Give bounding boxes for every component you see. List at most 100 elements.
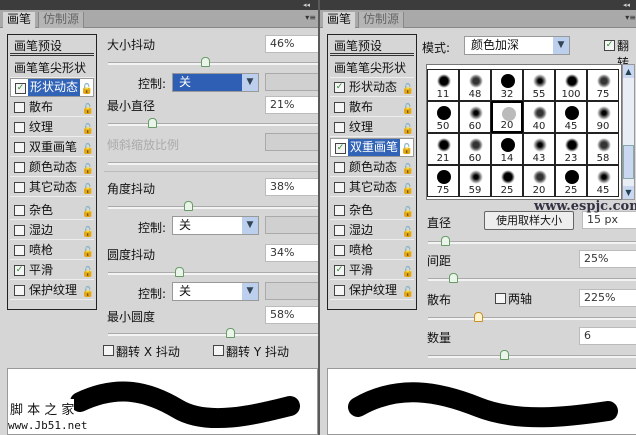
- settings-item[interactable]: ✓ 形状动态 🔓: [10, 78, 94, 97]
- slider-thumb[interactable]: [200, 57, 210, 67]
- checkbox[interactable]: [14, 142, 25, 153]
- settings-item[interactable]: 颜色动态 🔓: [330, 158, 414, 177]
- checkbox[interactable]: [334, 245, 345, 256]
- settings-item[interactable]: 颜色动态 🔓: [10, 158, 94, 177]
- settings-item[interactable]: 保护纹理 🔓: [330, 281, 414, 300]
- lock-icon[interactable]: 🔓: [402, 180, 414, 199]
- brush-tip[interactable]: 20: [523, 165, 555, 197]
- size-jitter-control-select[interactable]: 关 ▼: [172, 73, 259, 92]
- lock-icon[interactable]: 🔓: [402, 80, 414, 99]
- settings-item[interactable]: ✓ 平滑 🔓: [10, 261, 94, 280]
- checkbox[interactable]: [334, 205, 345, 216]
- angle-jitter-slider[interactable]: [108, 201, 318, 211]
- brush-tip[interactable]: 25: [491, 165, 523, 197]
- settings-item[interactable]: 画笔预设: [330, 37, 414, 56]
- settings-item[interactable]: 喷枪 🔓: [330, 241, 414, 260]
- min-roundness-slider[interactable]: [108, 328, 318, 338]
- brush-tip[interactable]: 59: [459, 165, 491, 197]
- checkbox[interactable]: [14, 225, 25, 236]
- slider-thumb[interactable]: [175, 267, 185, 277]
- brush-tip[interactable]: 25: [555, 165, 587, 197]
- checkbox[interactable]: ✓: [15, 83, 26, 94]
- checkbox[interactable]: [14, 205, 25, 216]
- roundness-jitter-input[interactable]: 34%: [265, 244, 318, 262]
- lock-icon[interactable]: 🔓: [82, 243, 94, 262]
- min-roundness-input[interactable]: 58%: [265, 306, 318, 324]
- settings-item[interactable]: 纹理 🔓: [10, 118, 94, 137]
- brush-tip[interactable]: 60: [459, 101, 491, 133]
- lock-icon[interactable]: 🔓: [402, 243, 414, 262]
- settings-item[interactable]: 散布 🔓: [10, 98, 94, 117]
- settings-item[interactable]: 喷枪 🔓: [10, 241, 94, 260]
- angle-jitter-input[interactable]: 38%: [265, 178, 318, 196]
- brush-tip[interactable]: 45: [587, 165, 619, 197]
- brush-tip[interactable]: 75: [427, 165, 459, 197]
- settings-item[interactable]: ✓ 平滑 🔓: [330, 261, 414, 280]
- diameter-slider[interactable]: [428, 236, 636, 246]
- settings-item[interactable]: 散布 🔓: [330, 98, 414, 117]
- brush-tip[interactable]: 14: [491, 133, 523, 165]
- slider-thumb[interactable]: [225, 328, 235, 338]
- checkbox[interactable]: [334, 102, 345, 113]
- roundness-jitter-slider[interactable]: [108, 267, 318, 277]
- collapse-icon[interactable]: ◂◂: [623, 1, 630, 9]
- brush-tip[interactable]: 40: [523, 101, 555, 133]
- checkbox[interactable]: ✓: [334, 82, 345, 93]
- lock-icon[interactable]: 🔓: [82, 160, 94, 179]
- checkbox[interactable]: [14, 102, 25, 113]
- brush-tip[interactable]: 48: [459, 69, 491, 101]
- scatter-slider[interactable]: [428, 312, 636, 322]
- slider-thumb[interactable]: [449, 273, 459, 283]
- brush-tip[interactable]: 23: [555, 133, 587, 165]
- lock-icon[interactable]: 🔓: [402, 160, 414, 179]
- flip-y-jitter-checkbox[interactable]: [213, 345, 224, 356]
- brush-grid-scrollbar[interactable]: ▲ ▼: [622, 64, 635, 200]
- settings-item[interactable]: ✓ 双重画笔 🔓: [330, 138, 414, 157]
- brush-tip[interactable]: 100: [555, 69, 587, 101]
- checkbox[interactable]: ✓: [334, 265, 345, 276]
- tab-clone-source[interactable]: 仿制源: [358, 12, 405, 28]
- lock-icon[interactable]: 🔓: [82, 283, 94, 302]
- brush-tip[interactable]: 55: [523, 69, 555, 101]
- slider-thumb[interactable]: [499, 350, 509, 360]
- lock-icon[interactable]: 🔓: [401, 141, 413, 158]
- slider-thumb[interactable]: [148, 118, 158, 128]
- scroll-down-icon[interactable]: ▼: [623, 186, 634, 199]
- checkbox[interactable]: ✓: [335, 143, 346, 154]
- lock-icon[interactable]: 🔓: [82, 120, 94, 139]
- settings-item[interactable]: 杂色 🔓: [10, 201, 94, 220]
- checkbox[interactable]: [334, 122, 345, 133]
- lock-icon[interactable]: 🔓: [82, 203, 94, 222]
- angle-jitter-control-select[interactable]: 关 ▼: [172, 216, 259, 235]
- settings-item[interactable]: ✓ 形状动态 🔓: [330, 78, 414, 97]
- brush-tip[interactable]: 20: [491, 101, 523, 133]
- settings-item[interactable]: 杂色 🔓: [330, 201, 414, 220]
- lock-icon[interactable]: 🔓: [402, 203, 414, 222]
- settings-item[interactable]: 其它动态 🔓: [10, 178, 94, 197]
- settings-item[interactable]: 画笔笔尖形状: [10, 59, 94, 78]
- checkbox[interactable]: [334, 162, 345, 173]
- brush-tip[interactable]: 21: [427, 133, 459, 165]
- brush-tip[interactable]: 11: [427, 69, 459, 101]
- brush-tip[interactable]: 60: [459, 133, 491, 165]
- brush-tip[interactable]: 45: [555, 101, 587, 133]
- lock-icon[interactable]: 🔓: [82, 140, 94, 159]
- lock-icon[interactable]: 🔓: [81, 81, 93, 98]
- checkbox[interactable]: [14, 285, 25, 296]
- settings-item[interactable]: 纹理 🔓: [330, 118, 414, 137]
- panel-menu-icon[interactable]: ▾≡: [625, 13, 636, 22]
- collapse-icon[interactable]: ◂◂: [303, 1, 310, 9]
- checkbox[interactable]: ✓: [14, 265, 25, 276]
- brush-tip[interactable]: 50: [427, 101, 459, 133]
- size-jitter-slider[interactable]: [108, 57, 318, 67]
- flip-checkbox[interactable]: ✓: [604, 40, 615, 51]
- settings-item[interactable]: 湿边 🔓: [330, 221, 414, 240]
- lock-icon[interactable]: 🔓: [402, 120, 414, 139]
- spacing-slider[interactable]: [428, 273, 636, 283]
- count-slider[interactable]: [428, 350, 636, 360]
- scroll-up-icon[interactable]: ▲: [623, 65, 634, 78]
- checkbox[interactable]: [14, 245, 25, 256]
- tab-brush[interactable]: 画笔: [323, 12, 356, 28]
- min-diameter-input[interactable]: 21%: [265, 96, 318, 114]
- panel-menu-icon[interactable]: ▾≡: [305, 13, 316, 22]
